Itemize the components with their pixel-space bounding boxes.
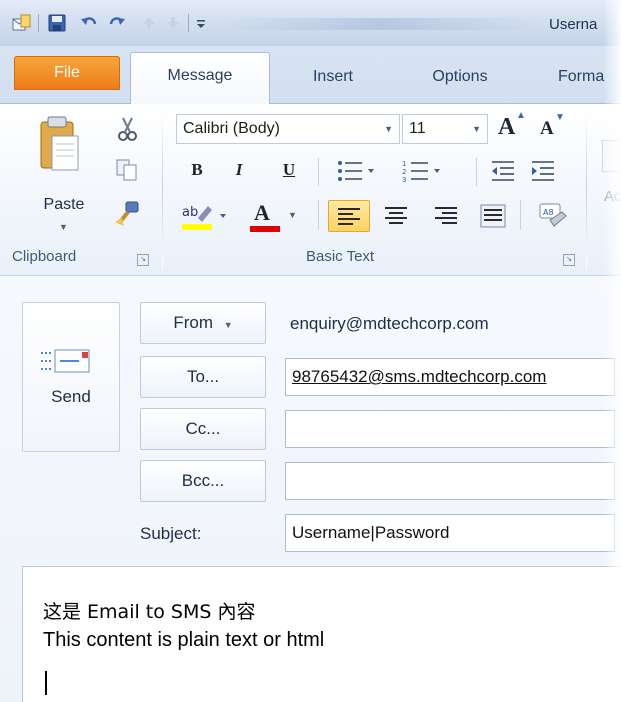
- chevron-down-icon: ▼: [288, 210, 297, 220]
- cut-icon[interactable]: [115, 116, 139, 142]
- redo-icon[interactable]: [108, 14, 126, 32]
- align-left-icon: [338, 208, 360, 225]
- tab-message[interactable]: Message: [130, 52, 270, 105]
- svg-text:ab: ab: [182, 205, 198, 220]
- font-name-dropdown[interactable]: Calibri (Body) ▼: [176, 114, 400, 144]
- justify-icon[interactable]: [480, 204, 506, 228]
- decrease-indent-icon[interactable]: [490, 159, 516, 183]
- align-right-icon[interactable]: [434, 206, 458, 226]
- customize-icon[interactable]: [194, 14, 212, 32]
- svg-text:2: 2: [402, 168, 406, 176]
- grow-font-label: A: [498, 114, 516, 140]
- svg-text:A8: A8: [543, 208, 554, 217]
- font-size-dropdown[interactable]: 11 ▼: [402, 114, 488, 144]
- clipboard-group-label: Clipboard: [12, 248, 77, 265]
- undo-icon[interactable]: [80, 14, 98, 32]
- subject-label: Subject:: [140, 524, 202, 543]
- font-name-value: Calibri (Body): [183, 120, 280, 137]
- format-painter-icon[interactable]: [112, 200, 142, 228]
- tab-file[interactable]: File: [14, 56, 120, 90]
- chevron-down-icon: ▼: [223, 320, 233, 330]
- underline-button[interactable]: U: [278, 160, 300, 180]
- to-recipient[interactable]: 98765432@sms.mdtechcorp.com: [292, 367, 546, 386]
- body-line: This content is plain text or html: [43, 629, 325, 651]
- message-body[interactable]: 这是 Email to SMS 內容 This content is plain…: [22, 566, 621, 702]
- subject-field[interactable]: Username|Password: [285, 514, 615, 552]
- up-arrow-icon[interactable]: [140, 14, 158, 32]
- svg-text:3: 3: [402, 176, 406, 183]
- increase-indent-icon[interactable]: [530, 159, 556, 183]
- font-color-swatch: [250, 226, 280, 232]
- send-button[interactable]: Send: [22, 302, 120, 452]
- from-button-label: From: [173, 313, 213, 332]
- paste-label: Paste: [43, 196, 85, 213]
- title-blur: [220, 18, 540, 30]
- numbering-icon[interactable]: 123: [402, 159, 442, 183]
- down-arrow-icon[interactable]: [164, 14, 182, 32]
- bullets-icon[interactable]: [336, 159, 376, 183]
- ribbon: Paste ▼ Clipboard ↘ Calibri (Body) ▼ 11 …: [0, 104, 621, 276]
- next-group-label: Ac: [604, 188, 621, 205]
- chevron-down-icon: ▼: [384, 124, 393, 134]
- bcc-button[interactable]: Bcc...: [140, 460, 266, 502]
- outlook-icon: [12, 14, 31, 32]
- paste-dropdown-icon: ▼: [59, 222, 68, 232]
- basic-text-group-label: Basic Text: [306, 248, 375, 265]
- cc-button[interactable]: Cc...: [140, 408, 266, 450]
- body-line: 这是 Email to SMS 內容: [43, 601, 256, 623]
- copy-icon[interactable]: [115, 158, 139, 182]
- styles-icon[interactable]: A8: [538, 202, 568, 230]
- window-title: Userna: [549, 16, 598, 33]
- send-icon: [41, 349, 90, 373]
- grow-arrow-icon: ▲: [516, 110, 526, 121]
- svg-text:1: 1: [402, 160, 406, 168]
- tab-format-text[interactable]: Forma: [558, 58, 621, 104]
- cc-field[interactable]: [285, 410, 615, 448]
- send-label: Send: [51, 387, 91, 406]
- text-caret: [45, 671, 47, 695]
- from-button[interactable]: From ▼: [140, 302, 266, 344]
- paste-button[interactable]: Paste ▼: [32, 114, 92, 234]
- to-button[interactable]: To...: [140, 356, 266, 398]
- basic-text-launcher-icon[interactable]: ↘: [563, 254, 575, 266]
- tab-options[interactable]: Options: [405, 58, 515, 104]
- align-left-button[interactable]: [328, 200, 370, 232]
- align-center-icon[interactable]: [384, 206, 408, 226]
- chevron-down-icon: ▼: [472, 124, 481, 134]
- shrink-arrow-icon: ▼: [555, 112, 565, 123]
- shrink-font-label: A: [540, 118, 554, 139]
- compose-pane: Send From ▼ enquiry@mdtechcorp.com To...…: [0, 276, 621, 702]
- highlight-icon[interactable]: ab: [180, 202, 230, 232]
- to-field[interactable]: 98765432@sms.mdtechcorp.com: [285, 358, 615, 396]
- next-group-button[interactable]: [602, 140, 621, 172]
- font-size-value: 11: [409, 120, 426, 137]
- font-color-label: A: [254, 200, 270, 225]
- bold-button[interactable]: B: [186, 160, 208, 180]
- ribbon-tabs: File Message Insert Options Forma: [0, 46, 621, 105]
- title-bar: Userna: [0, 0, 621, 46]
- tab-insert[interactable]: Insert: [288, 58, 378, 104]
- bcc-field[interactable]: [285, 462, 615, 500]
- shrink-font-button[interactable]: A ▼: [540, 112, 568, 144]
- italic-button[interactable]: I: [228, 160, 250, 180]
- font-color-button[interactable]: A ▼: [248, 200, 298, 234]
- clipboard-launcher-icon[interactable]: ↘: [137, 254, 149, 266]
- save-icon[interactable]: [48, 14, 66, 32]
- from-address: enquiry@mdtechcorp.com: [290, 314, 489, 333]
- grow-font-button[interactable]: A ▲: [498, 110, 526, 144]
- paste-icon: [40, 116, 79, 171]
